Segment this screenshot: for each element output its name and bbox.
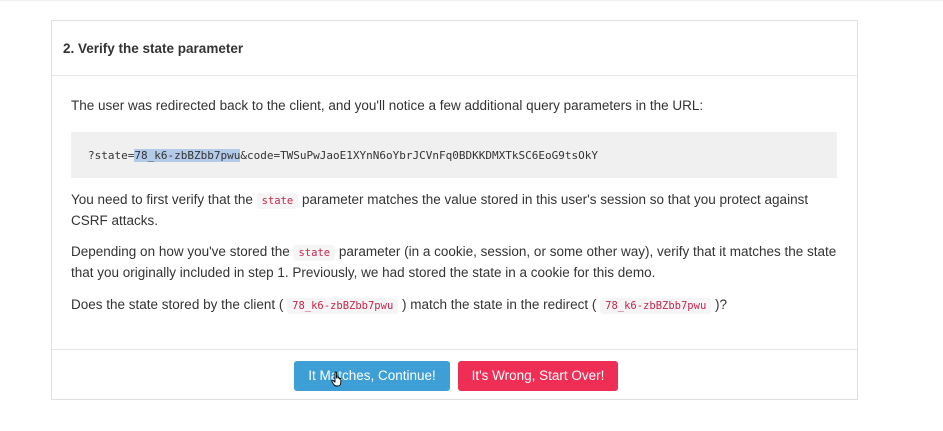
question-part2: ) match the state in the redirect ( [398, 297, 601, 312]
state-value-highlight: 78_k6-zbBZbb7pwu [134, 148, 241, 162]
state-code: state [256, 193, 299, 209]
panel-body: The user was redirected back to the clie… [52, 76, 857, 350]
query-prefix: ?state= [88, 148, 135, 162]
intro-text: The user was redirected back to the clie… [71, 98, 704, 113]
step-panel: 2. Verify the state parameter The user w… [51, 20, 858, 400]
matches-continue-button[interactable]: It Matches, Continue! [294, 360, 450, 391]
step-title: 2. Verify the state parameter [63, 40, 244, 56]
query-suffix: &code=TWSuPwJaoE1XYnN6oYbrJCVnFq0BDKKDMX… [240, 148, 598, 162]
question-part3: )? [711, 297, 728, 312]
depend-text-before: Depending on how you've stored the [71, 244, 294, 259]
verify-text: You need to first verify that the state … [71, 190, 838, 231]
redirect-state-code: 78_k6-zbBZbb7pwu [600, 298, 712, 314]
question-text: Does the state stored by the client ( 78… [71, 295, 838, 316]
top-divider [0, 0, 943, 1]
hand-pointer-cursor-icon [331, 370, 342, 386]
state-code: state [293, 245, 336, 261]
verify-text-before: You need to first verify that the [71, 192, 257, 207]
wrong-start-over-button[interactable]: It's Wrong, Start Over! [458, 360, 618, 391]
query-string-block: ?state= 78_k6-zbBZbb7pwu &code=TWSuPwJaoE1… [71, 132, 837, 178]
panel-header: 2. Verify the state parameter [52, 21, 857, 76]
continue-label: It Matches, Continue! [308, 368, 436, 383]
question-part1: Does the state stored by the client ( [71, 297, 288, 312]
client-state-code: 78_k6-zbBZbb7pwu [287, 298, 399, 314]
depend-text: Depending on how you've stored the state… [71, 242, 838, 283]
panel-footer: It Matches, Continue! It's Wrong, Start … [52, 350, 857, 401]
